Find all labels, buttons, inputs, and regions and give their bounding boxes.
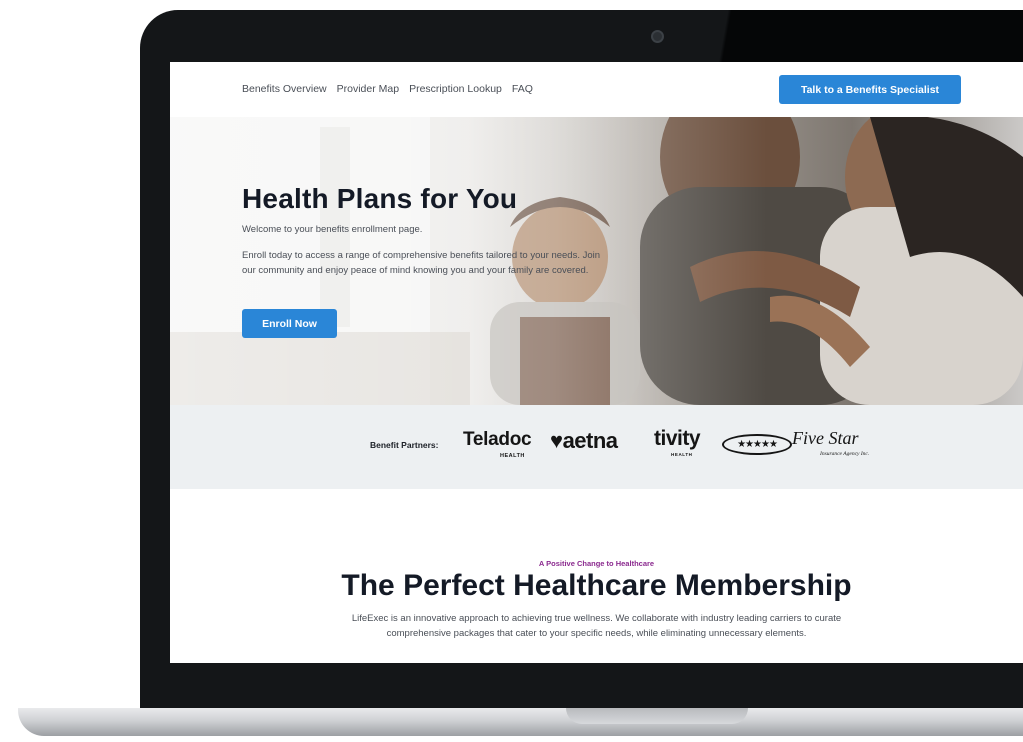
webcam-icon — [651, 30, 664, 43]
nav-link-benefits-overview[interactable]: Benefits Overview — [242, 83, 327, 95]
hero-section: Health Plans for You Welcome to your ben… — [170, 117, 1023, 405]
nav-link-faq[interactable]: FAQ — [512, 83, 533, 95]
laptop-screen: Benefits Overview Provider Map Prescript… — [170, 62, 1023, 663]
hero-description: Enroll today to access a range of compre… — [242, 250, 601, 276]
benefit-partners-strip: Benefit Partners: Teladoc HEALTH ♥aetna … — [170, 405, 1023, 489]
membership-eyebrow: A Positive Change to Healthcare — [538, 559, 655, 568]
nav-link-provider-map[interactable]: Provider Map — [337, 83, 399, 95]
top-nav: Benefits Overview Provider Map Prescript… — [170, 62, 1023, 117]
tivity-logo: tivity — [654, 427, 701, 450]
nav-links: Benefits Overview Provider Map Prescript… — [242, 83, 533, 95]
teladoc-logo-subtext: HEALTH — [500, 453, 525, 459]
membership-description: LifeExec is an innovative approach to ac… — [351, 613, 842, 639]
lid-glare — [700, 10, 1023, 66]
tivity-logo-subtext: HEALTH — [671, 452, 693, 457]
nav-link-prescription-lookup[interactable]: Prescription Lookup — [409, 83, 502, 95]
teladoc-logo: Teladoc — [463, 429, 532, 450]
laptop-base — [18, 708, 1023, 736]
enroll-now-button[interactable]: Enroll Now — [242, 309, 337, 338]
hero-title: Health Plans for You — [242, 183, 518, 214]
benefit-partners-label: Benefit Partners: — [370, 440, 439, 450]
membership-title: The Perfect Healthcare Membership — [341, 569, 852, 602]
laptop-base-notch — [566, 708, 748, 724]
five-star-logo: Five Star — [792, 428, 859, 448]
aetna-logo: ♥aetna — [550, 428, 618, 453]
five-star-logo-subtext: Insurance Agency Inc. — [820, 451, 870, 457]
hero-welcome-text: Welcome to your benefits enrollment page… — [242, 224, 423, 235]
five-star-stars-icon: ★★★★★ — [722, 434, 792, 455]
talk-to-specialist-button[interactable]: Talk to a Benefits Specialist — [779, 75, 961, 104]
